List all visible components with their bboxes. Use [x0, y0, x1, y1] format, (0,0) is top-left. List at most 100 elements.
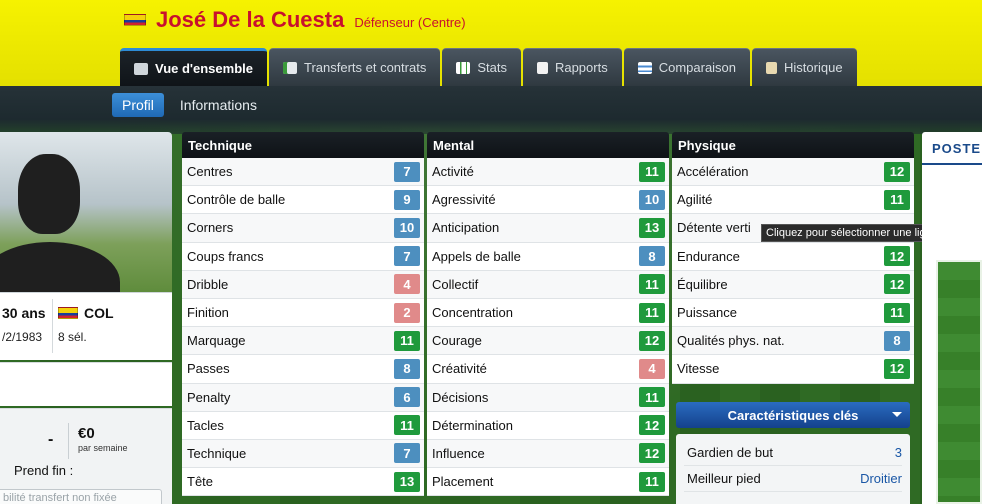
attribute-row[interactable]: Détermination 12: [427, 411, 669, 440]
tab-label: Stats: [477, 60, 507, 75]
attribute-row[interactable]: Qualités phys. nat. 8: [672, 327, 914, 356]
position-pitch: [936, 260, 982, 504]
tab-transfers[interactable]: Transferts et contrats: [268, 48, 441, 86]
subnav-profil[interactable]: Profil: [112, 93, 164, 117]
attribute-row[interactable]: Influence 12: [427, 439, 669, 469]
attribute-name: Marquage: [187, 333, 246, 349]
attribute-value: 12: [884, 246, 910, 267]
attribute-name: Activité: [432, 164, 474, 180]
attribute-value: 11: [884, 302, 910, 323]
attribute-row[interactable]: Endurance 12: [672, 242, 914, 271]
attribute-value: 11: [884, 189, 910, 210]
attribute-row[interactable]: Marquage 11: [182, 327, 424, 356]
attribute-value: 7: [394, 161, 420, 182]
attribute-row[interactable]: Collectif 11: [427, 270, 669, 299]
tooltip: Cliquez pour sélectionner une ligne: [761, 224, 943, 242]
attribute-row[interactable]: Agressivité 10: [427, 186, 669, 215]
attribute-value: 12: [639, 330, 665, 351]
attribute-name: Passes: [187, 361, 230, 377]
attribute-value: 11: [639, 471, 665, 492]
attribute-value: 4: [639, 358, 665, 379]
attribute-name: Tête: [187, 474, 214, 490]
attribute-row[interactable]: Passes 8: [182, 355, 424, 384]
tab-stats[interactable]: Stats: [442, 48, 521, 86]
player-dob: /2/1983: [2, 330, 43, 344]
chevron-down-icon: [892, 412, 902, 417]
divider: [52, 299, 53, 353]
list-item[interactable]: Gardien de but 3: [684, 440, 902, 466]
attribute-name: Puissance: [677, 305, 737, 321]
attribute-value: 8: [394, 358, 420, 379]
attribute-row[interactable]: Courage 12: [427, 327, 669, 356]
stats-icon: [456, 61, 471, 74]
attribute-row[interactable]: Appels de balle 8: [427, 242, 669, 271]
panel-title: Technique: [182, 132, 424, 158]
attribute-value: 11: [639, 302, 665, 323]
tab-label: Historique: [784, 60, 843, 75]
player-title: José De la Cuesta Défenseur (Centre): [124, 6, 466, 34]
silhouette-body: [0, 242, 120, 292]
attribute-name: Placement: [432, 474, 494, 490]
attribute-row[interactable]: Anticipation 13: [427, 214, 669, 243]
panel-physique: Physique Accélération 12 Agilité 11 Détente …: [672, 132, 914, 384]
attribute-name: Équilibre: [677, 276, 728, 292]
attribute-row[interactable]: Créativité 4: [427, 355, 669, 384]
attribute-row[interactable]: Agilité 11: [672, 186, 914, 215]
attribute-row[interactable]: Coups francs 7: [182, 242, 424, 271]
attribute-value: 12: [884, 358, 910, 379]
attribute-row[interactable]: Dribble 4: [182, 270, 424, 299]
attribute-name: Détente verti: [677, 220, 751, 236]
panel-technique: Technique Centres 7 Contrôle de balle 9 Corn…: [182, 132, 424, 497]
attribute-row[interactable]: Vitesse 12: [672, 355, 914, 384]
attribute-value: 12: [639, 443, 665, 464]
attribute-name: Penalty: [187, 389, 231, 405]
attribute-row[interactable]: Accélération 12: [672, 158, 914, 187]
attribute-row[interactable]: Finition 2: [182, 298, 424, 328]
attribute-value: 11: [394, 415, 420, 436]
tab-overview[interactable]: Vue d'ensemble: [120, 48, 267, 86]
tab-history[interactable]: Historique: [752, 48, 857, 86]
attribute-name: Décisions: [432, 389, 489, 405]
attribute-row[interactable]: Centres 7: [182, 158, 424, 187]
attribute-value: 11: [639, 387, 665, 408]
attribute-row[interactable]: Puissance 11: [672, 298, 914, 328]
attribute-value: 12: [884, 274, 910, 295]
tab-label: Vue d'ensemble: [155, 61, 253, 76]
list-item[interactable]: Meilleur pied Droitier: [684, 466, 902, 492]
panel-title: Mental: [427, 132, 669, 158]
player-photo: [0, 132, 172, 292]
player-role: Défenseur (Centre): [354, 14, 466, 30]
attribute-row[interactable]: Tacles 11: [182, 411, 424, 440]
tab-reports[interactable]: Rapports: [522, 48, 622, 86]
attribute-value: 11: [639, 161, 665, 182]
kc-name: Gardien de but: [687, 445, 774, 460]
key-characteristics-button[interactable]: Caractéristiques clés: [676, 402, 910, 428]
attribute-row[interactable]: Corners 10: [182, 214, 424, 243]
attribute-name: Finition: [187, 305, 229, 321]
divider: [68, 423, 69, 459]
attribute-row[interactable]: Contrôle de balle 9: [182, 186, 424, 215]
colombia-flag-icon: [58, 307, 78, 319]
attribute-row[interactable]: Activité 11: [427, 158, 669, 187]
nationality-code: COL: [84, 305, 114, 321]
attribute-name: Contrôle de balle: [187, 192, 286, 208]
compare-icon: [637, 61, 652, 74]
attribute-row[interactable]: Décisions 11: [427, 383, 669, 412]
attribute-row[interactable]: Penalty 6: [182, 383, 424, 412]
attribute-value: 8: [884, 330, 910, 351]
subnav-informations[interactable]: Informations: [170, 93, 267, 117]
player-header: José De la Cuesta Défenseur (Centre) Vue…: [0, 0, 982, 86]
attribute-row[interactable]: Équilibre 12: [672, 270, 914, 299]
tab-comparison[interactable]: Comparaison: [623, 48, 751, 86]
player-nationality[interactable]: COL: [58, 305, 114, 321]
transfer-status-field[interactable]: bilité transfert non fixée: [0, 489, 162, 504]
attribute-row[interactable]: Concentration 11: [427, 298, 669, 328]
attribute-name: Technique: [187, 445, 247, 461]
attribute-row[interactable]: Placement 11: [427, 468, 669, 497]
attribute-value: 2: [394, 302, 420, 323]
attribute-row[interactable]: Tête 13: [182, 468, 424, 497]
attribute-name: Dribble: [187, 276, 229, 292]
attribute-value: 13: [394, 471, 420, 492]
attribute-row[interactable]: Technique 7: [182, 439, 424, 469]
attribute-name: Accélération: [677, 164, 749, 180]
